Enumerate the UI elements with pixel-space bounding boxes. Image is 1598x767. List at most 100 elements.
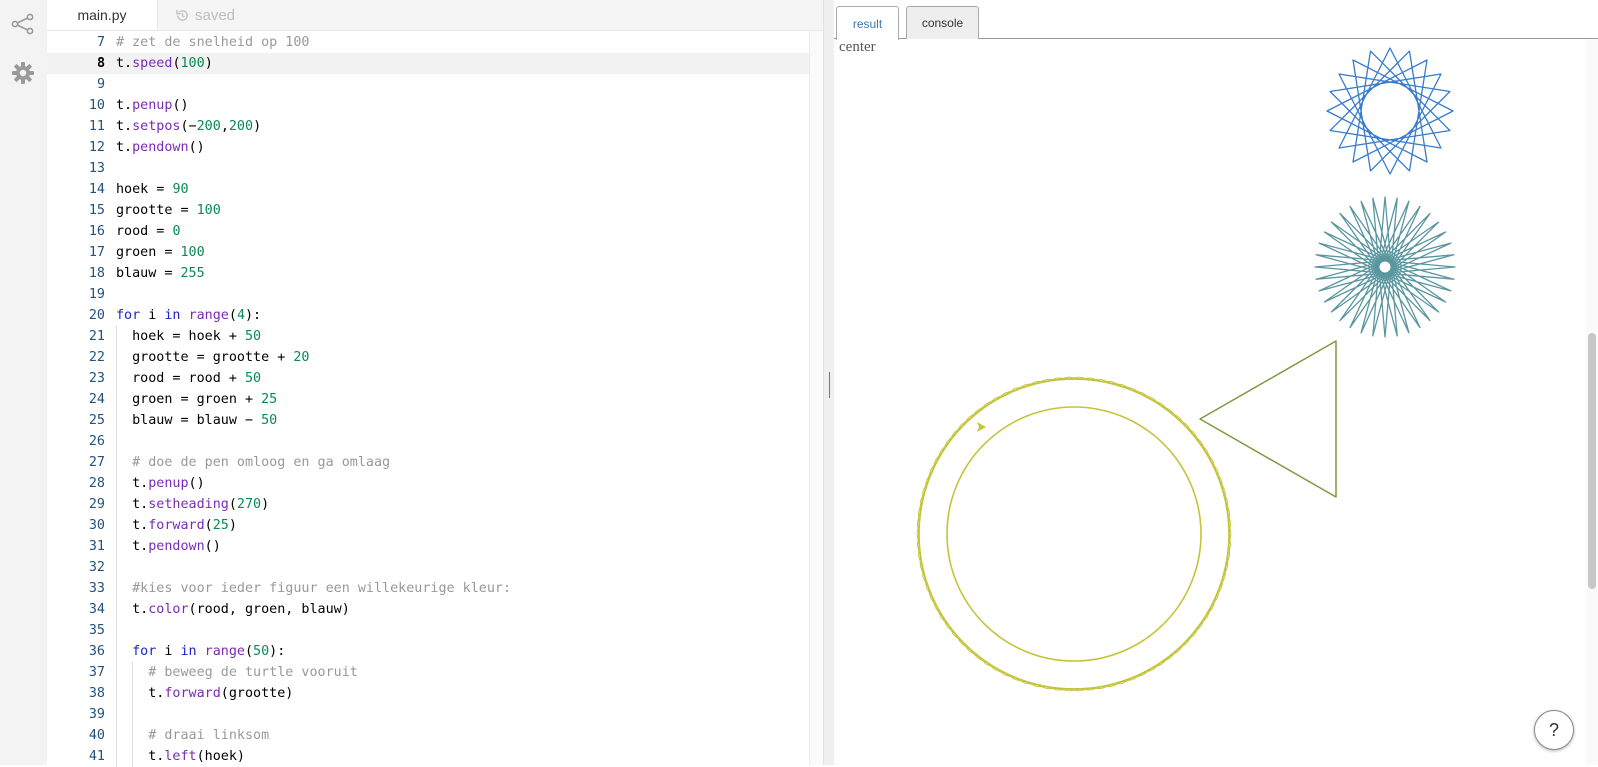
code-token: ): [269, 644, 286, 659]
code-line[interactable]: 15 grootte = 100 [47, 200, 809, 221]
indent-guide [116, 704, 117, 725]
tab-console[interactable]: console [906, 6, 979, 39]
code-line[interactable]: 11 t.setpos(−200,200) [47, 116, 809, 137]
output-scrollbar-thumb[interactable] [1588, 333, 1596, 589]
code-token: groen = [116, 245, 181, 260]
indent-guide [116, 599, 117, 620]
code-line[interactable]: 22 grootte = grootte + 20 [47, 347, 809, 368]
line-number: 15 [88, 203, 105, 218]
code-text: blauw = 255 [116, 263, 205, 284]
code-token: 50 [244, 329, 262, 344]
inner-circle-outline [946, 406, 1202, 662]
code-line[interactable]: 39 [47, 704, 809, 725]
code-line[interactable]: 26 [47, 431, 809, 452]
code-line[interactable]: 35 [47, 620, 809, 641]
code-line[interactable]: 40 # draai linksom [47, 725, 809, 746]
code-line[interactable]: 34 t.color(rood, groen, blauw) [47, 599, 809, 620]
share-icon[interactable] [11, 12, 35, 36]
code-token: () [188, 476, 205, 491]
code-text: grootte = grootte + 20 [132, 347, 309, 368]
code-token: (rood, groen, blauw) [188, 602, 350, 617]
tab-main-py[interactable]: main.py [47, 0, 158, 30]
code-line[interactable]: 21 hoek = hoek + 50 [47, 326, 809, 347]
code-line[interactable]: 36 for i in range(50): [47, 641, 809, 662]
code-text: hoek = hoek + 50 [132, 326, 261, 347]
code-text: t.pendown() [132, 536, 221, 557]
splitter-handle[interactable] [829, 372, 830, 398]
code-line[interactable]: 16 rood = 0 [47, 221, 809, 242]
code-line[interactable]: 30 t.forward(25) [47, 515, 809, 536]
code-text: for i in range(50): [132, 641, 285, 662]
line-number: 35 [88, 623, 105, 638]
yellow-polygon-figure [916, 376, 1232, 692]
code-line[interactable]: 38 t.forward(grootte) [47, 683, 809, 704]
code-line[interactable]: 41 t.left(hoek) [47, 746, 809, 767]
code-token: penup [148, 476, 189, 491]
code-line[interactable]: 37 # beweeg de turtle vooruit [47, 662, 809, 683]
line-number: 22 [88, 350, 105, 365]
indent-guide [116, 725, 117, 746]
code-line[interactable]: 23 rood = rood + 50 [47, 368, 809, 389]
indent-guide [132, 662, 134, 683]
code-line[interactable]: 24 groen = groen + 25 [47, 389, 809, 410]
code-text: # doe de pen omloog en ga omlaag [132, 452, 390, 473]
code-line[interactable]: 8 t.speed(100) [47, 53, 809, 74]
gear-icon[interactable] [11, 61, 35, 85]
code-token: ) [261, 497, 270, 512]
code-line[interactable]: 25 blauw = blauw − 50 [47, 410, 809, 431]
code-line[interactable]: 33 #kies voor ieder figuur een willekeuri… [47, 578, 809, 599]
line-number: 23 [88, 371, 105, 386]
code-token: range [188, 308, 229, 323]
editor-scrollbar[interactable] [809, 31, 824, 765]
code-token: 25 [212, 518, 229, 533]
code-text: t.forward(grootte) [148, 683, 293, 704]
triangle-outline [1199, 340, 1337, 498]
code-line[interactable]: 13 [47, 158, 809, 179]
tab-result[interactable]: result [836, 6, 899, 40]
code-line[interactable]: 10 t.penup() [47, 95, 809, 116]
code-line[interactable]: 9 [47, 74, 809, 95]
code-line[interactable]: 28 t.penup() [47, 473, 809, 494]
code-token: (hoek) [196, 749, 245, 764]
code-token: speed [132, 56, 173, 71]
help-button[interactable]: ? [1534, 710, 1574, 750]
save-status: saved [175, 0, 235, 30]
code-line[interactable]: 20 for i in range(4): [47, 305, 809, 326]
teal-star-figure [1314, 196, 1456, 338]
code-text: hoek = 90 [116, 179, 189, 200]
line-number: 37 [88, 665, 105, 680]
code-token: () [172, 98, 189, 113]
code-line[interactable]: 17 groen = 100 [47, 242, 809, 263]
code-token: grootte = [116, 203, 197, 218]
code-line[interactable]: 14 hoek = 90 [47, 179, 809, 200]
help-label: ? [1548, 719, 1559, 740]
code-token: penup [132, 98, 173, 113]
code-text: # draai linksom [148, 725, 269, 746]
indent-guide [116, 620, 117, 641]
code-editor[interactable]: main.py saved 7 # zet de snelheid op 100 8… [47, 0, 824, 767]
code-line[interactable]: 27 # doe de pen omloog en ga omlaag [47, 452, 809, 473]
code-line[interactable]: 19 [47, 284, 809, 305]
output-pane: result console center ? [834, 0, 1598, 765]
code-line[interactable]: 7 # zet de snelheid op 100 [47, 32, 809, 53]
code-line[interactable]: 31 t.pendown() [47, 536, 809, 557]
code-line[interactable]: 12 t.pendown() [47, 137, 809, 158]
code-line[interactable]: 18 blauw = 255 [47, 263, 809, 284]
line-number: 8 [96, 56, 105, 71]
code-token: # beweeg de turtle vooruit [148, 665, 358, 680]
code-line[interactable]: 29 t.setheading(270) [47, 494, 809, 515]
code-token: t. [132, 602, 149, 617]
code-token: t. [116, 56, 133, 71]
code-area[interactable]: 7 # zet de snelheid op 100 8 t.speed(100) 9 1… [47, 31, 809, 767]
code-token: color [148, 602, 189, 617]
code-line[interactable]: 32 [47, 557, 809, 578]
code-text: t.setpos(−200,200) [116, 116, 261, 137]
code-token: hoek = [116, 182, 173, 197]
indent-guide [116, 494, 117, 515]
code-token: t. [132, 476, 149, 491]
code-text: #kies voor ieder figuur een willekeurige… [132, 578, 511, 599]
code-token: () [204, 539, 221, 554]
output-scrollbar[interactable] [1586, 39, 1598, 765]
save-status-text: saved [195, 6, 236, 24]
